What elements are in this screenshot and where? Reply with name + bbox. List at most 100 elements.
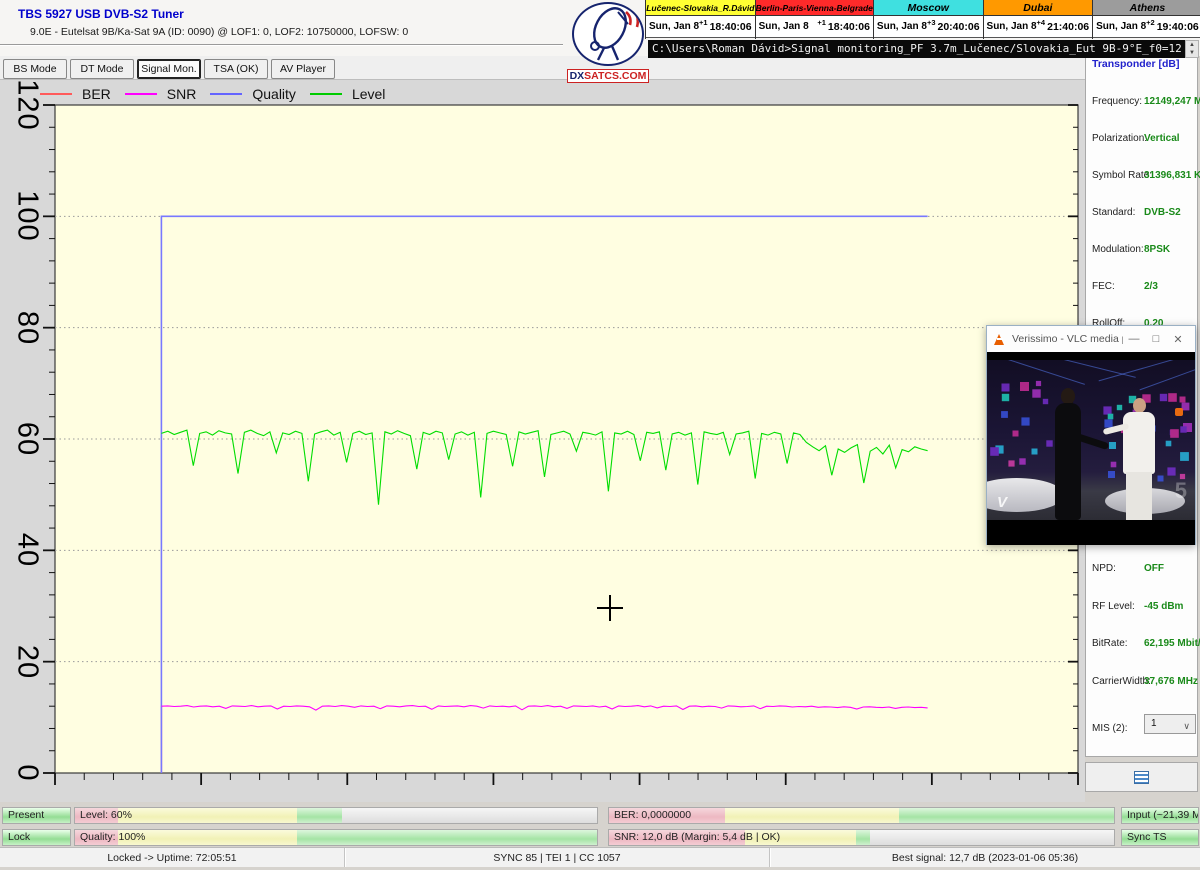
clock-city-label: Berlin-Paris-Vienna-Belgrade	[756, 0, 873, 16]
tab-tsa-ok-[interactable]: TSA (OK)	[204, 59, 268, 79]
tab-signal-mon-[interactable]: Signal Mon.	[137, 59, 201, 79]
sidebar-value: 62,195 Mbit/s	[1144, 638, 1200, 649]
sidebar-value: 37,676 MHz	[1144, 676, 1198, 687]
clock-utc-offset: +3	[927, 18, 936, 27]
clock-city-label: Dubai	[984, 0, 1093, 16]
tab-av-player[interactable]: AV Player	[271, 59, 335, 79]
stream-list-icon[interactable]	[1134, 771, 1149, 784]
sidebar-row-standard: Standard:DVB-S2	[1092, 207, 1196, 221]
satellite-dish-icon	[572, 2, 644, 66]
tuner-subtitle: 9.0E - Eutelsat 9B/Ka-Sat 9A (ID: 0090) …	[30, 26, 408, 38]
bar-zone-yellow	[118, 808, 297, 823]
sidebar-row-symbolrate: Symbol Rate:31396,831 KS/s	[1092, 170, 1196, 184]
minimize-button[interactable]: —	[1123, 333, 1145, 345]
mis-value: 1	[1151, 718, 1157, 729]
console-line[interactable]: C:\Users\Roman Dávid>Signal monitoring_P…	[648, 40, 1185, 58]
chevron-down-icon: ∨	[1183, 717, 1190, 735]
bar-zone-yellow	[725, 808, 899, 823]
clock-time: 18:40:06	[828, 21, 870, 33]
scroll-down-icon[interactable]: ▼	[1189, 49, 1195, 57]
bar-zone-green	[297, 808, 342, 823]
tv-studio-scene: V 5	[987, 360, 1195, 520]
quality-bar: Quality: 100%	[74, 829, 598, 846]
clock-date: Sun, Jan 8	[1096, 21, 1146, 32]
sidebar-row-fec: FEC:2/3	[1092, 281, 1196, 295]
clock-utc-offset: +4	[1037, 18, 1046, 27]
clock-time: 21:40:06	[1047, 21, 1089, 33]
maximize-button[interactable]: □	[1145, 333, 1167, 345]
status-uptime: Locked -> Uptime: 72:05:51	[0, 848, 345, 867]
sidebar-value: Vertical	[1144, 133, 1180, 144]
scroll-up-icon[interactable]: ▲	[1189, 41, 1195, 49]
clock-utc-offset: +1	[699, 18, 708, 27]
bar-zone-green	[899, 808, 1114, 823]
mouse-crosshair	[597, 595, 623, 621]
dxsatcs-logo: DXSATCS.COM	[562, 2, 654, 82]
sidebar-row-bitrate: BitRate:62,195 Mbit/s	[1092, 638, 1196, 652]
sidebar-row-modulation: Modulation:8PSK	[1092, 244, 1196, 258]
y-axis-label-100: 100	[11, 191, 44, 242]
clock-date: Sun, Jan 8	[877, 21, 927, 32]
present-indicator: Present	[2, 807, 71, 824]
sidebar-row-frequency: Frequency:12149,247 MHz	[1092, 96, 1196, 110]
clock-1: Berlin-Paris-Vienna-BelgradeSun, Jan 8+1…	[755, 0, 873, 39]
vlc-video-area[interactable]: V 5	[987, 352, 1195, 545]
sidebar-label: CarrierWidth:	[1092, 676, 1151, 687]
sidebar-label: Frequency:	[1092, 96, 1142, 107]
sidebar-label: BitRate:	[1092, 638, 1128, 649]
sidebar-row-carrierwidth: CarrierWidth:37,676 MHz	[1092, 676, 1196, 690]
clock-utc-offset: +2	[1146, 18, 1155, 27]
y-axis-label-80: 80	[11, 311, 44, 345]
studio-wall-logo	[1175, 408, 1183, 416]
mis-dropdown[interactable]: 1 ∨	[1144, 714, 1196, 734]
tab-dt-mode[interactable]: DT Mode	[70, 59, 134, 79]
dxsatcs-wordmark: DXSATCS.COM	[567, 69, 650, 83]
bar-zone-green	[297, 830, 597, 845]
sidebar-row-npd: NPD: OFF	[1092, 563, 1196, 577]
clock-date: Sun, Jan 8	[759, 21, 809, 32]
sidebar-row-rflevel: RF Level: -45 dBm	[1092, 601, 1196, 615]
sidebar-value: OFF	[1144, 563, 1164, 574]
level-bar: Level: 60%	[74, 807, 598, 824]
lock-indicator: Lock	[2, 829, 71, 846]
sidebar-value: DVB-S2	[1144, 207, 1181, 218]
clock-time: 20:40:06	[938, 21, 980, 33]
clock-time-cell: Sun, Jan 8+320:40:06	[874, 16, 983, 38]
sidebar-label: RF Level:	[1092, 601, 1135, 612]
y-axis-label-20: 20	[11, 645, 44, 679]
clock-2: MoscowSun, Jan 8+320:40:06	[873, 0, 983, 39]
led-wall-lights	[987, 360, 992, 365]
close-button[interactable]: ✕	[1167, 333, 1189, 346]
console-scrollbar[interactable]: ▲ ▼	[1185, 40, 1199, 58]
transponder-panel-title: Transponder [dB]	[1092, 58, 1196, 70]
y-axis-label-60: 60	[11, 422, 44, 456]
sync-ts-indicator: Sync TS	[1121, 829, 1199, 846]
status-bar: Locked -> Uptime: 72:05:51 SYNC 85 | TEI…	[0, 847, 1200, 867]
clock-time-cell: Sun, Jan 8+421:40:06	[984, 16, 1093, 38]
clock-3: DubaiSun, Jan 8+421:40:06	[983, 0, 1093, 39]
host-silhouette-left	[1045, 388, 1091, 520]
sidebar-value: -45 dBm	[1144, 601, 1183, 612]
clock-date: Sun, Jan 8	[649, 21, 699, 32]
sidebar-row-polarization: Polarization:Vertical	[1092, 133, 1196, 147]
signal-chart	[0, 80, 1085, 802]
status-sync-counters: SYNC 85 | TEI 1 | CC 1057	[345, 848, 770, 867]
clock-city-label: Lučenec-Slovakia_R.Dávid	[646, 0, 755, 16]
sidebar-value: 31396,831 KS/s	[1144, 170, 1200, 181]
sidebar-value: 2/3	[1144, 281, 1158, 292]
vlc-titlebar[interactable]: Verissimo - VLC media player — □ ✕	[987, 326, 1195, 352]
clock-time: 19:40:06	[1157, 21, 1199, 33]
channel5-watermark: 5	[1175, 478, 1187, 504]
clock-date: Sun, Jan 8	[987, 21, 1037, 32]
tab-bs-mode[interactable]: BS Mode	[3, 59, 67, 79]
sidebar-label: NPD:	[1092, 563, 1116, 574]
app-title: TBS 5927 USB DVB-S2 Tuner	[18, 7, 184, 21]
guest-silhouette-right	[1115, 398, 1165, 520]
clock-city-label: Athens	[1093, 0, 1200, 16]
clock-4: Athens Sun, Jan 8+219:40:06	[1092, 0, 1200, 39]
snr-bar: SNR: 12,0 dB (Margin: 5,4 dB | OK)	[608, 829, 1115, 846]
status-best-signal: Best signal: 12,7 dB (2023-01-06 05:36)	[770, 848, 1200, 867]
clock-0: Lučenec-Slovakia_R.DávidSun, Jan 8+118:4…	[645, 0, 755, 39]
y-axis-label-40: 40	[11, 533, 44, 567]
clock-city-label: Moscow	[874, 0, 983, 16]
